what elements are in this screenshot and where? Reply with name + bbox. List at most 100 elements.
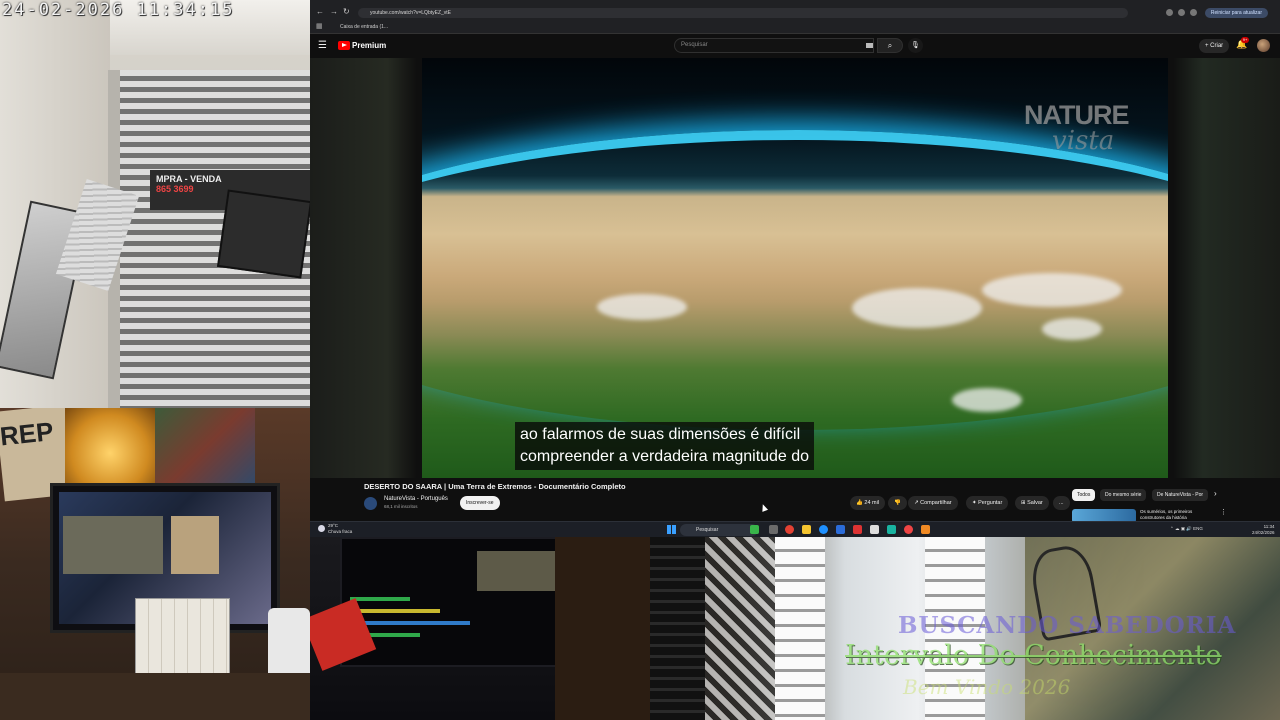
ask-label: Perguntar <box>978 500 1003 506</box>
back-icon[interactable]: ← <box>316 7 324 16</box>
app-icon[interactable] <box>870 525 879 534</box>
task-view-icon[interactable] <box>769 525 778 534</box>
caption-box: ao falarmos de suas dimensões é difícil … <box>515 422 815 470</box>
timeline-track <box>350 597 410 601</box>
language-indicator[interactable]: ENG <box>1193 526 1203 531</box>
taskbar-clock[interactable]: 11:34 24/02/2026 <box>1252 524 1275 535</box>
app-icon[interactable] <box>904 525 913 534</box>
hanging-laptop-3 <box>216 189 310 279</box>
caption-line-2: compreender a verdadeira magnitude do <box>520 448 810 465</box>
editor-preview <box>477 551 555 591</box>
overlay-subtitle: Intervalo Do Conhecimento <box>845 640 1222 671</box>
chip-all[interactable]: Todos <box>1072 489 1096 501</box>
save-button[interactable]: ⊞ Salvar <box>1015 496 1049 510</box>
more-actions-button[interactable]: ... <box>1053 496 1070 510</box>
mouse-cursor-icon <box>759 503 769 512</box>
door <box>555 537 655 720</box>
create-button[interactable]: + Criar <box>1199 39 1230 53</box>
system-tray[interactable]: ⌃ ☁ ▣ 🔊 ENG <box>1170 526 1203 532</box>
update-button[interactable]: Reiniciar para atualizar <box>1204 8 1268 18</box>
channel-name[interactable]: NatureVista - Português <box>384 496 448 502</box>
keyboard-icon[interactable] <box>866 43 873 48</box>
bottle <box>268 608 310 680</box>
ask-button[interactable]: ✦ Perguntar <box>966 496 1009 510</box>
weather-widget[interactable]: 29°C Chuva fraca <box>328 523 352 535</box>
video-player[interactable]: NATURE vista ao falarmos de suas dimensõ… <box>422 58 1168 478</box>
channel-watermark-script: vista <box>1052 126 1115 156</box>
bookmark-star-icon[interactable] <box>1178 9 1185 16</box>
notification-badge: 9+ <box>1241 37 1249 43</box>
shelf <box>650 537 705 720</box>
camera-feed-studio <box>310 537 555 720</box>
cloud <box>852 288 982 328</box>
search-input[interactable]: Pesquisar <box>674 38 874 53</box>
cloud <box>1042 318 1102 340</box>
cloud <box>952 388 1022 412</box>
extension-icon[interactable] <box>1166 9 1173 16</box>
like-button[interactable]: 👍 24 mil <box>850 496 886 510</box>
save-label: Salvar <box>1027 500 1043 506</box>
camera-feed-desk: REP <box>0 408 310 720</box>
recommended-menu-icon[interactable]: ⋮ <box>1220 508 1227 516</box>
app-icon[interactable] <box>887 525 896 534</box>
windows-start-icon[interactable] <box>667 525 676 534</box>
share-button[interactable]: ↗ Compartilhar <box>908 496 958 510</box>
chrome-icon[interactable] <box>785 525 794 534</box>
forward-icon[interactable]: → <box>330 7 338 16</box>
bookmarks-bar: ▦ Caixa de entrada (1... <box>310 20 1280 34</box>
dislike-icon[interactable]: 👎 <box>888 496 907 510</box>
channel-avatar[interactable] <box>364 497 377 510</box>
lamp <box>65 408 155 483</box>
url-field[interactable]: youtube.com/watch?v=LQbtyEZ_vtE <box>358 8 1128 18</box>
weather-icon <box>318 525 325 532</box>
taskbar-search[interactable]: Pesquisar <box>680 524 758 536</box>
chip-same-series[interactable]: Do mesmo série <box>1100 489 1147 501</box>
wall-poster <box>155 408 255 488</box>
taskbar: 29°C Chuva fraca Pesquisar ⌃ ☁ ▣ 🔊 ENG 1… <box>310 521 1280 537</box>
create-label: Criar <box>1210 43 1224 49</box>
account-avatar[interactable] <box>1257 39 1270 52</box>
screen: MPRA - VENDA 865 3699 24-02-2026 11:34:1… <box>0 0 1280 720</box>
timeline-track <box>350 609 440 613</box>
apps-icon[interactable]: ▦ <box>316 22 323 30</box>
caption-line-1: ao falarmos de suas dimensões é difícil <box>520 426 801 443</box>
window-bars <box>775 537 825 720</box>
cloud <box>982 273 1122 307</box>
monitor-video-thumb <box>63 516 163 574</box>
edge-icon[interactable] <box>819 525 828 534</box>
bookmark-inbox[interactable]: Caixa de entrada (1... <box>340 24 388 30</box>
store-icon[interactable] <box>836 525 845 534</box>
subscriber-count: 68,1 mil inscritos <box>384 504 418 509</box>
youtube-brand[interactable]: Premium <box>352 41 386 50</box>
youtube-logo-icon[interactable] <box>338 41 350 50</box>
overlay-title: BUSCANDO SABEDORIA <box>898 612 1237 639</box>
hamburger-menu-icon[interactable]: ☰ <box>318 40 327 51</box>
share-label: Compartilhar <box>920 500 952 506</box>
chevron-right-icon[interactable]: › <box>1214 489 1217 498</box>
video-info: DESERTO DO SAARA | Uma Terra de Extremos… <box>310 478 1280 523</box>
microphone-icon[interactable]: 🎙 <box>908 38 923 53</box>
weather-desc: Chuva fraca <box>328 529 353 534</box>
clock-date: 24/02/2026 <box>1252 529 1275 535</box>
video-title: DESERTO DO SAARA | Uma Terra de Extremos… <box>364 482 626 491</box>
recommended-title[interactable]: Os sumérios, os primeiros construtores d… <box>1140 509 1212 520</box>
file-explorer-icon[interactable] <box>802 525 811 534</box>
sign-line-1: MPRA - VENDA <box>156 174 222 184</box>
desk-calendar <box>135 598 230 683</box>
search-button[interactable]: ⌕ <box>877 38 903 53</box>
subscribe-button[interactable]: Inscrever-se <box>460 496 500 510</box>
vlc-icon[interactable] <box>921 525 930 534</box>
chip-channel[interactable]: De NatureVista - Por <box>1152 489 1209 501</box>
mural <box>705 537 775 720</box>
camera-timestamp: 24-02-2026 11:34:15 <box>2 0 235 20</box>
browser-window: ← → ↻ youtube.com/watch?v=LQbtyEZ_vtE Re… <box>310 0 1280 537</box>
profile-icon[interactable] <box>1190 9 1197 16</box>
app-icon[interactable] <box>853 525 862 534</box>
address-bar-row: ← → ↻ youtube.com/watch?v=LQbtyEZ_vtE Re… <box>310 6 1280 20</box>
app-icon[interactable] <box>750 525 759 534</box>
desk-surface <box>0 673 310 720</box>
youtube-header: ☰ Premium Pesquisar ⌕ 🎙 + Criar 🔔 9+ <box>310 34 1280 58</box>
overlay-welcome: Bem Vindo 2026 <box>903 675 1071 699</box>
cloud <box>597 294 687 320</box>
reload-icon[interactable]: ↻ <box>343 7 350 16</box>
